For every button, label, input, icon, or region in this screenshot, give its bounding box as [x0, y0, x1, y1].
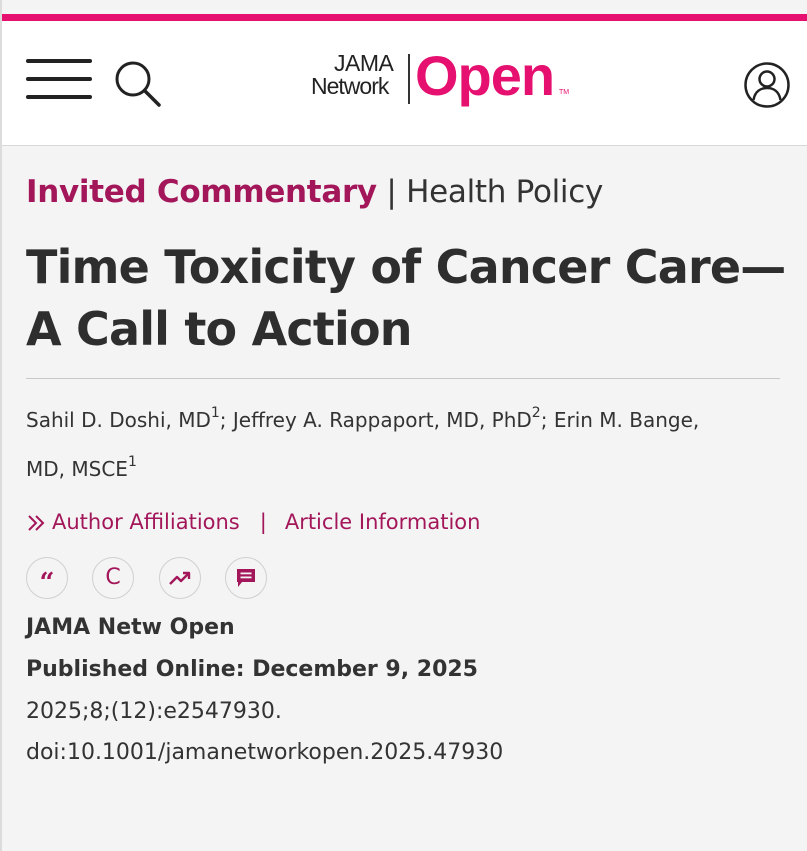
hamburger-menu-icon-bar — [26, 95, 92, 99]
permissions-button[interactable]: C — [92, 557, 134, 599]
comment-icon — [237, 569, 255, 587]
article-category: Invited Commentary | Health Policy — [26, 170, 786, 214]
journal-name: JAMA Netw Open — [26, 615, 235, 640]
author-affiliations-label: Author Affiliations — [52, 510, 240, 534]
double-chevron-right-icon — [28, 515, 45, 531]
author-name[interactable]: Jeffrey A. Rappaport, MD, PhD — [233, 408, 532, 432]
category-separator: | — [376, 174, 407, 210]
search-button[interactable] — [113, 59, 163, 109]
article-header: Invited Commentary | Health Policy Time … — [26, 170, 786, 773]
user-account-button[interactable] — [743, 61, 791, 109]
site-header: JAMA Network Open TM — [2, 21, 807, 146]
author-name[interactable]: Sahil D. Doshi, MD — [26, 408, 211, 432]
article-title: Time Toxicity of Cancer Care—A Call to A… — [26, 240, 786, 356]
cite-button[interactable]: “ — [26, 557, 68, 599]
metrics-button[interactable] — [159, 557, 201, 599]
trending-icon — [169, 571, 191, 585]
hamburger-menu-icon-bar — [26, 77, 92, 81]
article-information-link[interactable]: Article Information — [285, 510, 481, 534]
hamburger-menu-icon — [26, 59, 92, 63]
author-affiliation-number: 1 — [127, 454, 137, 471]
title-divider — [26, 378, 780, 379]
copyright-icon: C — [105, 565, 121, 590]
author-separator: ; — [540, 408, 554, 432]
doi-link[interactable]: doi:10.1001/jamanetworkopen.2025.47930 — [26, 732, 786, 773]
author-affiliation-number: 1 — [210, 405, 220, 422]
user-account-icon — [744, 62, 790, 108]
logo-open-text: Open — [415, 44, 555, 107]
page: JAMA Network Open TM Invited Commentary … — [0, 0, 807, 851]
brand-top-bar — [2, 14, 807, 21]
logo-jama-text: JAMA — [334, 50, 394, 76]
quote-icon: “ — [39, 568, 55, 598]
citation-volume: 2025;8;(12):e2547930. — [26, 699, 282, 724]
search-icon — [115, 61, 161, 107]
logo-divider — [408, 54, 410, 104]
article-topic[interactable]: Health Policy — [406, 174, 603, 210]
author-list: Sahil D. Doshi, MD1; Jeffrey A. Rappapor… — [26, 396, 706, 494]
article-action-buttons: “ C — [26, 557, 786, 603]
menu-button[interactable] — [26, 59, 92, 103]
jama-network-open-logo[interactable]: JAMA Network Open TM — [311, 45, 571, 113]
author-affiliation-number: 2 — [531, 405, 541, 422]
article-type[interactable]: Invited Commentary — [26, 174, 377, 210]
logo-trademark: TM — [559, 89, 570, 96]
author-affiliations-link[interactable]: Author Affiliations — [26, 510, 240, 534]
comments-button[interactable] — [225, 557, 267, 599]
publication-date: Published Online: December 9, 2025 — [26, 657, 478, 682]
article-links: Author Affiliations | Article Information — [26, 507, 786, 537]
author-separator: ; — [219, 408, 233, 432]
logo-network-text: Network — [311, 73, 389, 99]
links-separator: | — [259, 510, 267, 534]
